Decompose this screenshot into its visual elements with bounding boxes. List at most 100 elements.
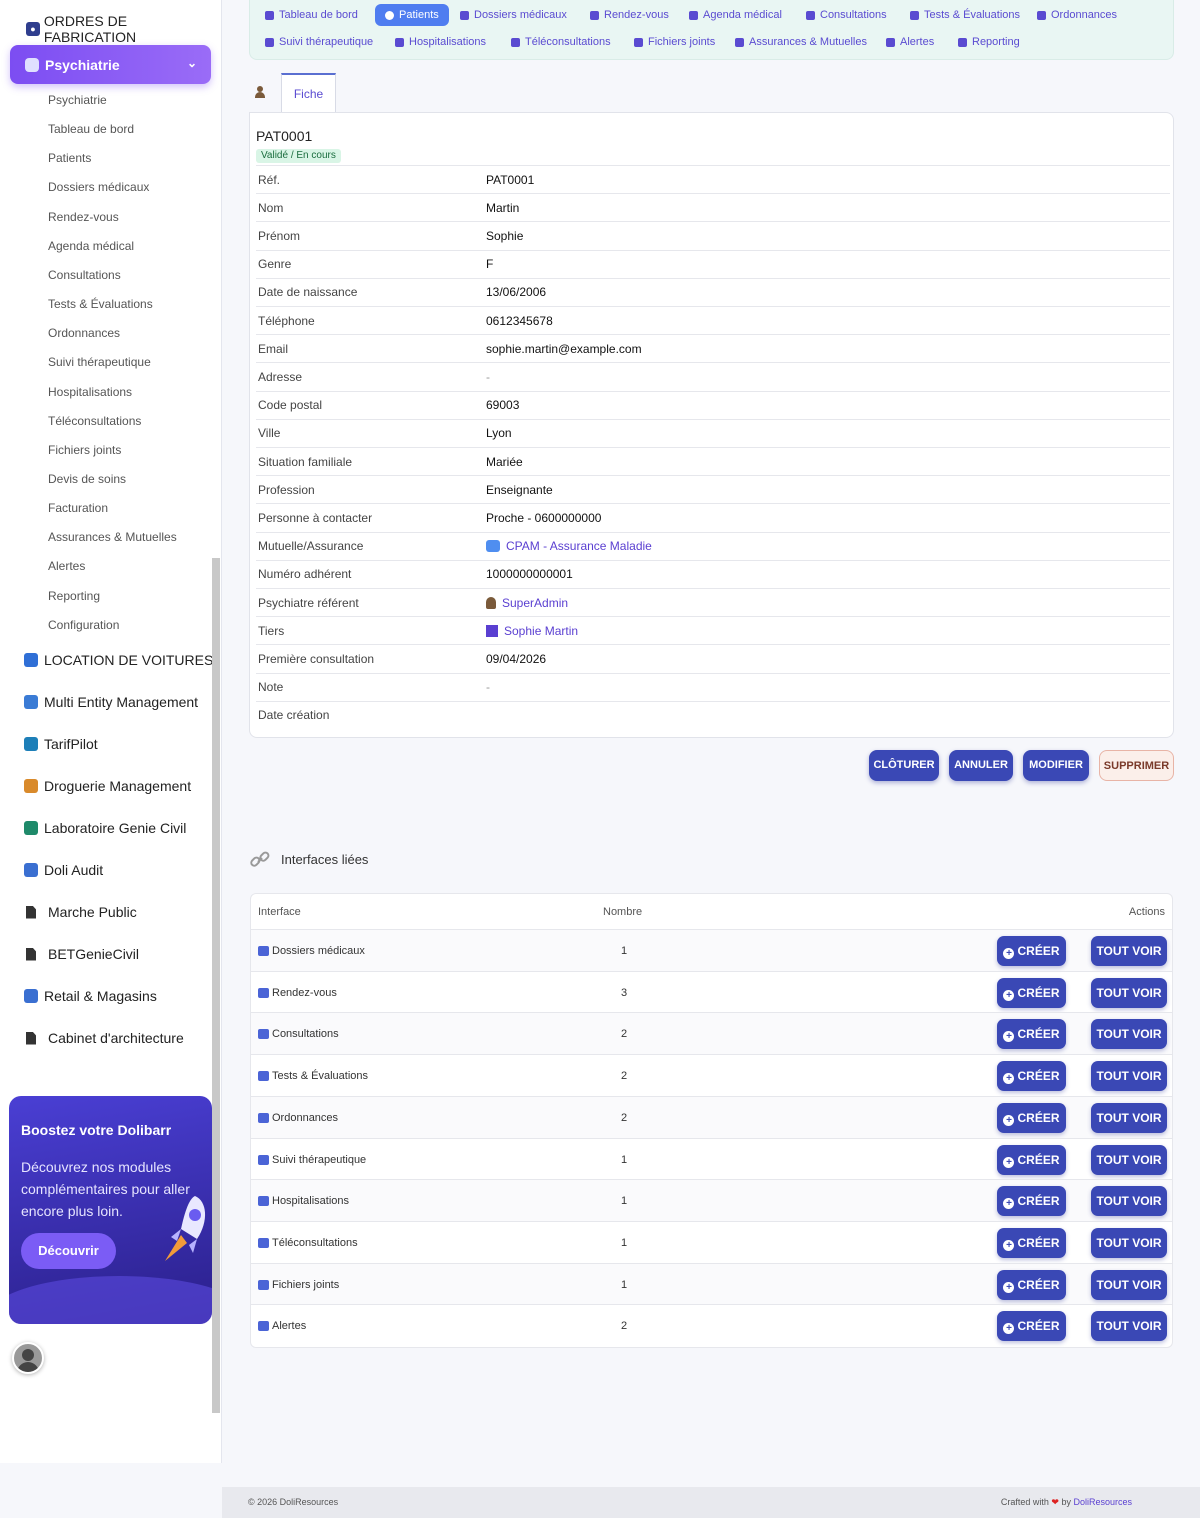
sidebar-subitem[interactable]: Reporting bbox=[48, 589, 100, 603]
nav-tab[interactable]: Assurances & Mutuelles bbox=[735, 36, 867, 48]
sidebar-subitem[interactable]: Fichiers joints bbox=[48, 443, 121, 457]
sidebar-subitem[interactable]: Psychiatrie bbox=[48, 93, 107, 107]
sidebar-subitem[interactable]: Tableau de bord bbox=[48, 122, 134, 136]
nav-tab[interactable]: Tableau de bord bbox=[265, 9, 358, 21]
view-all-button[interactable]: TOUT VOIR bbox=[1091, 1269, 1167, 1300]
create-label: CRÉER bbox=[1017, 1027, 1060, 1042]
sidebar-module[interactable]: Cabinet d'architecture bbox=[24, 1030, 184, 1046]
edit-button[interactable]: MODIFIER bbox=[1023, 750, 1089, 781]
nav-icon bbox=[910, 10, 919, 20]
create-button[interactable]: + CRÉER bbox=[997, 1186, 1066, 1217]
nav-tab[interactable]: Rendez-vous bbox=[590, 9, 669, 21]
sidebar-module[interactable]: Retail & Magasins bbox=[24, 988, 157, 1004]
sidebar-subitem[interactable]: Agenda médical bbox=[48, 239, 134, 253]
interface-name: Dossiers médicaux bbox=[258, 930, 365, 972]
sidebar-subitem[interactable]: Hospitalisations bbox=[48, 385, 132, 399]
view-all-button[interactable]: TOUT VOIR bbox=[1091, 1061, 1167, 1092]
create-button[interactable]: + CRÉER bbox=[997, 1311, 1066, 1342]
discover-button[interactable]: Découvrir bbox=[21, 1233, 116, 1269]
sidebar-subitem[interactable]: Facturation bbox=[48, 501, 108, 515]
nav-tab[interactable]: Ordonnances bbox=[1037, 9, 1117, 21]
field-value-text: - bbox=[486, 680, 490, 695]
field-value-text: Mariée bbox=[486, 454, 523, 469]
view-all-button[interactable]: TOUT VOIR bbox=[1091, 977, 1167, 1008]
nav-tab[interactable]: Alertes bbox=[886, 36, 934, 48]
sidebar-module[interactable]: BETGenieCivil bbox=[24, 946, 139, 962]
sidebar-module-ordres-fabrication[interactable]: ● ORDRES DE FABRICATION bbox=[26, 13, 221, 45]
record-ref: PAT0001 bbox=[256, 128, 313, 144]
sidebar-subitem[interactable]: Rendez-vous bbox=[48, 210, 119, 224]
create-button[interactable]: + CRÉER bbox=[997, 977, 1066, 1008]
field-value: F bbox=[486, 257, 493, 271]
create-button[interactable]: + CRÉER bbox=[997, 1061, 1066, 1092]
create-button[interactable]: + CRÉER bbox=[997, 1144, 1066, 1175]
field-label: Mutuelle/Assurance bbox=[258, 539, 364, 554]
footer-brand-link[interactable]: DoliResources bbox=[1073, 1497, 1132, 1507]
field-value: 13/06/2006 bbox=[486, 285, 546, 299]
user-avatar[interactable] bbox=[12, 1342, 44, 1374]
create-label: CRÉER bbox=[1017, 1152, 1060, 1167]
sidebar-subitem[interactable]: Patients bbox=[48, 151, 91, 165]
create-button[interactable]: + CRÉER bbox=[997, 1227, 1066, 1258]
sidebar-module[interactable]: Multi Entity Management bbox=[24, 694, 198, 710]
nav-icon bbox=[265, 10, 274, 20]
view-all-button[interactable]: TOUT VOIR bbox=[1091, 1102, 1167, 1133]
sidebar-subitem[interactable]: Consultations bbox=[48, 268, 121, 282]
sidebar-subitem[interactable]: Configuration bbox=[48, 618, 119, 632]
nav-tab[interactable]: Consultations bbox=[806, 9, 887, 21]
sidebar-module[interactable]: TarifPilot bbox=[24, 736, 98, 752]
nav-tab[interactable]: Patients bbox=[375, 4, 449, 26]
sidebar-subitem[interactable]: Alertes bbox=[48, 559, 85, 573]
nav-tab[interactable]: Suivi thérapeutique bbox=[265, 36, 373, 48]
view-all-button[interactable]: TOUT VOIR bbox=[1091, 1144, 1167, 1175]
field-value: Proche - 0600000000 bbox=[486, 511, 601, 525]
field-value: Enseignante bbox=[486, 483, 553, 497]
interface-label: Fichiers joints bbox=[272, 1278, 340, 1291]
interface-label: Dossiers médicaux bbox=[272, 945, 365, 957]
cancel-button[interactable]: ANNULER bbox=[949, 750, 1013, 781]
nav-tab[interactable]: Dossiers médicaux bbox=[460, 9, 567, 21]
nav-tab[interactable]: Reporting bbox=[958, 36, 1020, 48]
field-value: Martin bbox=[486, 201, 519, 215]
nav-label: Consultations bbox=[820, 9, 887, 21]
sidebar-module-psychiatrie[interactable]: Psychiatrie ⌄ bbox=[10, 45, 211, 84]
sidebar-subitem[interactable]: Assurances & Mutuelles bbox=[48, 530, 177, 544]
create-label: CRÉER bbox=[1017, 1277, 1060, 1292]
create-button[interactable]: + CRÉER bbox=[997, 1269, 1066, 1300]
nav-tab[interactable]: Téléconsultations bbox=[511, 36, 611, 48]
sidebar-module[interactable]: LOCATION DE VOITURES bbox=[24, 652, 213, 668]
nav-tab[interactable]: Fichiers joints bbox=[634, 36, 715, 48]
create-label: CRÉER bbox=[1017, 1069, 1060, 1084]
view-all-button[interactable]: TOUT VOIR bbox=[1091, 1019, 1167, 1050]
sidebar-subitem[interactable]: Téléconsultations bbox=[48, 414, 141, 428]
view-all-button[interactable]: TOUT VOIR bbox=[1091, 1186, 1167, 1217]
create-label: CRÉER bbox=[1017, 1110, 1060, 1125]
view-all-button[interactable]: TOUT VOIR bbox=[1091, 1227, 1167, 1258]
view-all-button[interactable]: TOUT VOIR bbox=[1091, 936, 1167, 966]
sidebar-subitem[interactable]: Tests & Évaluations bbox=[48, 297, 153, 311]
nav-tab[interactable]: Hospitalisations bbox=[395, 36, 486, 48]
sidebar-module[interactable]: Doli Audit bbox=[24, 862, 103, 878]
nav-tab[interactable]: Tests & Évaluations bbox=[910, 9, 1020, 21]
field-value[interactable]: SuperAdmin bbox=[486, 596, 568, 610]
sidebar-module[interactable]: Droguerie Management bbox=[24, 778, 191, 794]
close-button[interactable]: CLÔTURER bbox=[869, 750, 939, 781]
create-button[interactable]: + CRÉER bbox=[997, 936, 1066, 966]
nav-tab[interactable]: Agenda médical bbox=[689, 9, 782, 21]
sidebar-subitem[interactable]: Ordonnances bbox=[48, 326, 120, 340]
create-button[interactable]: + CRÉER bbox=[997, 1102, 1066, 1133]
module-icon bbox=[24, 653, 38, 667]
module-icon bbox=[24, 737, 38, 751]
sidebar-subitem[interactable]: Devis de soins bbox=[48, 472, 126, 486]
sidebar-scrollbar[interactable] bbox=[212, 558, 220, 1413]
sidebar-subitem[interactable]: Suivi thérapeutique bbox=[48, 355, 151, 369]
create-button[interactable]: + CRÉER bbox=[997, 1019, 1066, 1050]
tab-fiche[interactable]: Fiche bbox=[281, 73, 336, 112]
sidebar-module[interactable]: Marche Public bbox=[24, 904, 137, 920]
field-value[interactable]: CPAM - Assurance Maladie bbox=[486, 539, 652, 553]
field-value[interactable]: Sophie Martin bbox=[486, 624, 578, 638]
sidebar-subitem[interactable]: Dossiers médicaux bbox=[48, 180, 149, 194]
view-all-button[interactable]: TOUT VOIR bbox=[1091, 1311, 1167, 1342]
sidebar-module[interactable]: Laboratoire Genie Civil bbox=[24, 820, 186, 836]
delete-button[interactable]: SUPPRIMER bbox=[1099, 750, 1174, 781]
